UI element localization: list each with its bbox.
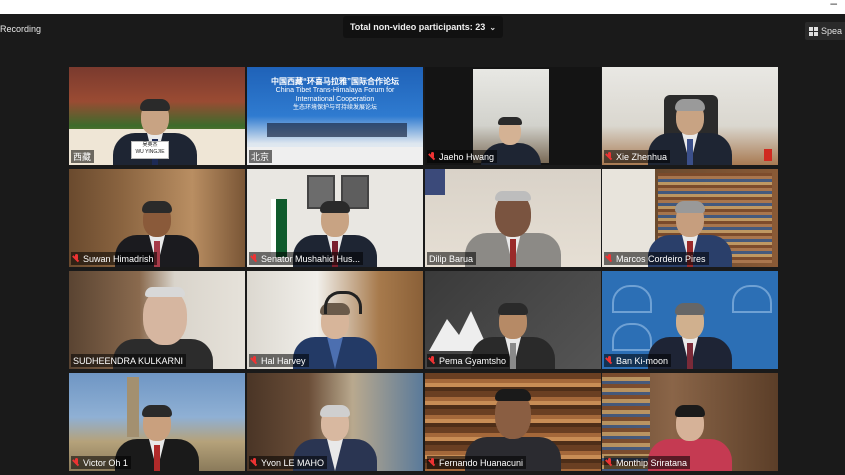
participant-name-tag: Pema Gyamtsho [427,354,510,367]
participant-name: Fernando Huanacuni [439,457,524,468]
participant-name: Jaeho Hwang [439,151,495,162]
headphones-icon [324,291,362,314]
banner-title-en: China Tibet Trans-Himalaya Forum for Int… [275,87,395,103]
grid-icon [809,26,818,36]
video-tile-monthip-sriratana[interactable]: Monthip Sriratana [602,373,778,471]
video-tile-sudheendra-kulkarni[interactable]: SUDHEENDRA KULKARNI [69,271,245,369]
participant-name: 北京 [251,152,270,162]
participant-name-tag: Dilip Barua [427,252,477,265]
banner-title-cn: 中国西藏“环喜马拉雅”国际合作论坛 [271,77,399,86]
participant-name: Xie Zhenhua [616,151,668,162]
participant-name: Victor Oh 1 [83,457,128,468]
muted-mic-icon [429,356,436,365]
participant-name: SUDHEENDRA KULKARNI [73,355,184,366]
muted-mic-icon [73,458,80,467]
video-tile-ban-ki-moon[interactable]: Ban Ki-moon [602,271,778,369]
title-bar: – [0,0,845,14]
participant-name: Hal Harvey [261,355,306,366]
participant-name: Yvon LE MAHO [261,457,325,468]
participant-name: 西藏 [73,152,92,162]
video-tile-xizang[interactable]: 吴英杰 WU YINGJIE 西藏 [69,67,245,165]
nameplate: 吴英杰 WU YINGJIE [131,141,169,159]
muted-mic-icon [606,356,613,365]
participant-name-tag: 西藏 [71,150,95,163]
participant-name-tag: Yvon LE MAHO [249,456,328,469]
recording-indicator: Recording [0,24,42,34]
participant-name-tag: Xie Zhenhua [604,150,671,163]
participant-name: Monthip Sriratana [616,457,688,468]
video-tile-beijing[interactable]: 中国西藏“环喜马拉雅”国际合作论坛 China Tibet Trans-Hima… [247,67,423,165]
muted-mic-icon [606,254,613,263]
participant-name-tag: Ban Ki-moon [604,354,672,367]
video-tile-victor-oh[interactable]: Victor Oh 1 [69,373,245,471]
participant-name: Dilip Barua [429,253,474,264]
participant-name: Pema Gyamtsho [439,355,507,366]
muted-mic-icon [73,254,80,263]
banner-subtitle: 生态环境保护与可持续发展论坛 [292,105,377,111]
muted-mic-icon [251,356,258,365]
chevron-down-icon: ⌄ [489,22,497,32]
video-tile-fernando-huanacuni[interactable]: Fernando Huanacuni [425,373,601,471]
video-tile-suwan-himadrish[interactable]: Suwan Himadrish [69,169,245,267]
muted-mic-icon [606,152,613,161]
participant-name-tag: Suwan Himadrish [71,252,157,265]
video-tile-dilip-barua[interactable]: Dilip Barua [425,169,601,267]
participant-name-tag: 北京 [249,150,273,163]
participant-name-tag: Senator Mushahid Hus... [249,252,364,265]
video-tile-pema-gyamtsho[interactable]: Pema Gyamtsho [425,271,601,369]
non-video-participants-dropdown[interactable]: Total non-video participants: 23 ⌄ [343,16,503,38]
participant-name: Marcos Cordeiro Pires [616,253,706,264]
video-tile-hal-harvey[interactable]: Hal Harvey [247,271,423,369]
flag-icon [764,149,772,161]
speaker-view-label: Spea [821,26,843,36]
video-tile-senator-mushahid[interactable]: Senator Mushahid Hus... [247,169,423,267]
participant-name: Senator Mushahid Hus... [261,253,361,264]
muted-mic-icon [251,254,258,263]
participant-name: Suwan Himadrish [83,253,154,264]
participant-name-tag: SUDHEENDRA KULKARNI [71,354,187,367]
muted-mic-icon [606,458,613,467]
participant-name-tag: Monthip Sriratana [604,456,691,469]
participant-name-tag: Jaeho Hwang [427,150,498,163]
minimize-button[interactable]: – [830,0,837,10]
video-tile-yvon-le-maho[interactable]: Yvon LE MAHO [247,373,423,471]
participant-name: Ban Ki-moon [616,355,669,366]
participant-name-tag: Fernando Huanacuni [427,456,527,469]
muted-mic-icon [429,152,436,161]
participant-name-tag: Marcos Cordeiro Pires [604,252,709,265]
speaker-view-button[interactable]: Spea [805,22,845,40]
nameplate-chinese: 吴英杰 [142,142,158,148]
forum-banner: 中国西藏“环喜马拉雅”国际合作论坛 China Tibet Trans-Hima… [257,77,413,113]
muted-mic-icon [429,458,436,467]
meeting-top-bar: Recording Total non-video participants: … [0,14,845,44]
participant-name-tag: Victor Oh 1 [71,456,131,469]
nameplate-english: WU YINGJIE [135,149,165,155]
participants-count-label: Total non-video participants: 23 [349,22,486,32]
participant-name-tag: Hal Harvey [249,354,309,367]
video-tile-jaeho-hwang[interactable]: Jaeho Hwang [425,67,601,165]
video-tile-xie-zhenhua[interactable]: Xie Zhenhua [602,67,778,165]
video-tile-marcos-cordeiro-pires[interactable]: Marcos Cordeiro Pires [602,169,778,267]
muted-mic-icon [251,458,258,467]
